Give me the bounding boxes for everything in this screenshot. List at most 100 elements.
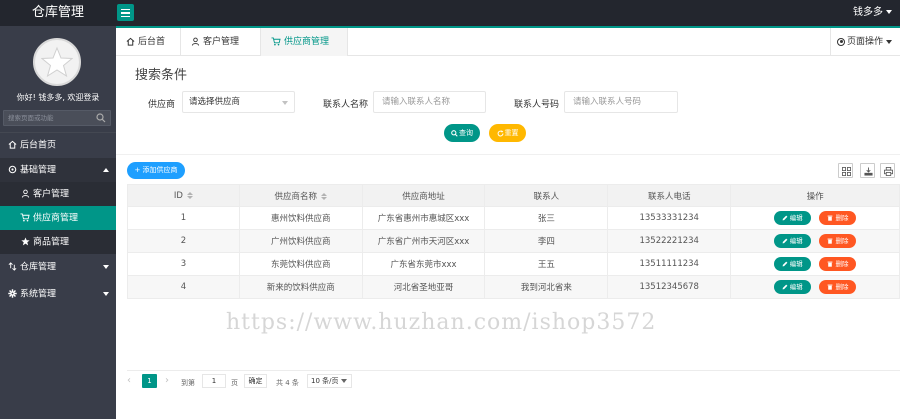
cell-id: 2 bbox=[127, 229, 240, 253]
table-row[interactable]: 4 新来的饮料供应商 河北省圣地亚哥 我到河北省来 13512345678 编辑… bbox=[127, 275, 900, 299]
contact-phone-input[interactable] bbox=[564, 91, 678, 113]
cell-id: 1 bbox=[127, 206, 240, 230]
cell-name: 东莞饮料供应商 bbox=[238, 252, 363, 276]
tab-suppliers[interactable]: 供应商管理✕ bbox=[261, 28, 348, 75]
cell-contact: 李四 bbox=[484, 229, 609, 253]
delete-button[interactable]: 删除 bbox=[819, 234, 857, 248]
tab-bar: 后台首页 客户管理✕ 供应商管理✕ 页面操作 bbox=[116, 26, 900, 75]
tab-home[interactable]: 后台首页 bbox=[116, 28, 181, 75]
contact-name-input[interactable] bbox=[373, 91, 486, 113]
contact-name-label: 联系人名称 bbox=[323, 100, 369, 110]
page-operations-menu[interactable]: 页面操作 bbox=[830, 28, 896, 56]
sidebar-item-system[interactable]: 系统管理 bbox=[0, 282, 116, 306]
goto-confirm-button[interactable]: 确定 bbox=[244, 374, 267, 388]
greeting-text: 你好! 钱多多, 欢迎登录 bbox=[16, 93, 100, 102]
user-menu[interactable]: 钱多多 bbox=[853, 0, 892, 26]
cell-name: 惠州饮料供应商 bbox=[238, 206, 363, 230]
sort-icon[interactable] bbox=[320, 192, 327, 200]
sidebar-item-label: 商品管理 bbox=[33, 237, 70, 248]
search-icon[interactable] bbox=[96, 113, 106, 126]
cart-icon bbox=[271, 37, 281, 46]
sidebar-item-label: 仓库管理 bbox=[20, 262, 57, 273]
edit-button[interactable]: 编辑 bbox=[773, 257, 811, 271]
page-size-select[interactable]: 10 条/页 bbox=[307, 374, 352, 388]
sidebar-item-goods[interactable]: 商品管理 bbox=[0, 230, 116, 254]
sidebar-item-label: 后台首页 bbox=[20, 140, 57, 151]
reset-button-label: 重置 bbox=[504, 129, 519, 137]
cart-icon bbox=[20, 206, 30, 230]
page-current[interactable]: 1 bbox=[142, 374, 157, 388]
sidebar-item-customers[interactable]: 客户管理 bbox=[0, 182, 116, 206]
add-supplier-button[interactable]: + 添加供应商 bbox=[127, 162, 185, 179]
sidebar-item-label: 系统管理 bbox=[20, 289, 57, 300]
contact-phone-label: 联系人号码 bbox=[514, 100, 560, 110]
sidebar: 你好! 钱多多, 欢迎登录 后台首页 基础管理 客户管理 供应商管理 商品管理 … bbox=[0, 26, 116, 419]
table-row[interactable]: 1 惠州饮料供应商 广东省惠州市惠城区xxx 张三 13533331234 编辑… bbox=[127, 206, 900, 230]
print-button[interactable] bbox=[880, 163, 895, 178]
menu-toggle-button[interactable] bbox=[117, 4, 134, 21]
filter-title: 搜索条件 bbox=[135, 68, 188, 83]
shuffle-icon bbox=[7, 255, 17, 279]
star-icon bbox=[20, 230, 30, 254]
delete-button[interactable]: 删除 bbox=[819, 280, 857, 294]
gear-icon bbox=[7, 282, 17, 306]
cell-phone: 13533331234 bbox=[607, 206, 732, 230]
main-content: 搜索条件 供应商 请选择供应商 联系人名称 联系人号码 查询 重置 + 添加供应… bbox=[116, 56, 900, 419]
goto-label: 到第 bbox=[181, 379, 195, 387]
cell-name: 广州饮料供应商 bbox=[238, 229, 363, 253]
cell-address: 广东省东莞市xxx bbox=[361, 252, 486, 276]
delete-button[interactable]: 删除 bbox=[819, 257, 857, 271]
delete-button[interactable]: 删除 bbox=[819, 211, 857, 225]
pencil-icon bbox=[782, 215, 788, 221]
cell-id: 3 bbox=[127, 252, 240, 276]
trash-icon bbox=[828, 261, 833, 267]
sidebar-search bbox=[3, 110, 111, 126]
chevron-right-icon[interactable]: › bbox=[165, 375, 175, 386]
total-count: 共 4 条 bbox=[276, 379, 299, 387]
divider bbox=[116, 154, 900, 155]
column-header-id[interactable]: ID bbox=[127, 184, 240, 207]
pencil-icon bbox=[782, 284, 788, 290]
user-icon bbox=[191, 37, 200, 46]
cell-address: 广东省广州市天河区xxx bbox=[361, 229, 486, 253]
chevron-left-icon[interactable]: ‹ bbox=[127, 375, 139, 386]
cell-actions: 编辑 删除 bbox=[730, 206, 900, 230]
tab-customers[interactable]: 客户管理✕ bbox=[181, 28, 261, 75]
chevron-down-icon bbox=[103, 265, 109, 269]
table-header-row: ID 供应商名称 供应商地址 联系人 联系人电话 操作 bbox=[127, 184, 900, 207]
user-icon bbox=[20, 182, 30, 206]
tab-label: 客户管理 bbox=[203, 37, 240, 47]
grid-icon bbox=[841, 166, 851, 176]
table-row[interactable]: 2 广州饮料供应商 广东省广州市天河区xxx 李四 13522221234 编辑… bbox=[127, 229, 900, 253]
edit-button[interactable]: 编辑 bbox=[773, 280, 811, 294]
column-header-address: 供应商地址 bbox=[361, 184, 486, 207]
sidebar-item-suppliers[interactable]: 供应商管理 bbox=[0, 206, 116, 230]
sidebar-item-basic[interactable]: 基础管理 bbox=[0, 158, 116, 182]
sidebar-item-warehouse[interactable]: 仓库管理 bbox=[0, 255, 116, 279]
table-row[interactable]: 3 东莞饮料供应商 广东省东莞市xxx 王五 13511111234 编辑 删除 bbox=[127, 252, 900, 276]
cell-phone: 13522221234 bbox=[607, 229, 732, 253]
tab-label: 供应商管理 bbox=[284, 37, 330, 47]
sidebar-search-input[interactable] bbox=[8, 111, 94, 125]
columns-filter-button[interactable] bbox=[838, 163, 853, 178]
search-icon bbox=[451, 129, 458, 137]
sort-icon[interactable] bbox=[186, 191, 193, 199]
edit-button[interactable]: 编辑 bbox=[773, 211, 811, 225]
chevron-down-icon bbox=[886, 39, 893, 44]
chevron-down-icon bbox=[340, 379, 347, 383]
reset-button[interactable]: 重置 bbox=[489, 124, 526, 142]
page-ops-label: 页面操作 bbox=[847, 37, 884, 47]
supplier-label: 供应商 bbox=[148, 100, 176, 110]
column-header-name[interactable]: 供应商名称 bbox=[238, 184, 363, 207]
chevron-up-icon bbox=[103, 168, 109, 172]
export-button[interactable] bbox=[860, 163, 875, 178]
sidebar-item-home[interactable]: 后台首页 bbox=[0, 132, 116, 156]
goto-page-input[interactable] bbox=[202, 374, 226, 388]
top-bar: 仓库管理 钱多多 bbox=[0, 0, 900, 26]
chevron-down-icon bbox=[282, 101, 288, 105]
supplier-select[interactable]: 请选择供应商 bbox=[182, 91, 295, 113]
search-button-label: 查询 bbox=[459, 129, 473, 137]
gear-icon bbox=[7, 158, 17, 182]
edit-button[interactable]: 编辑 bbox=[773, 234, 811, 248]
search-button[interactable]: 查询 bbox=[444, 124, 480, 142]
